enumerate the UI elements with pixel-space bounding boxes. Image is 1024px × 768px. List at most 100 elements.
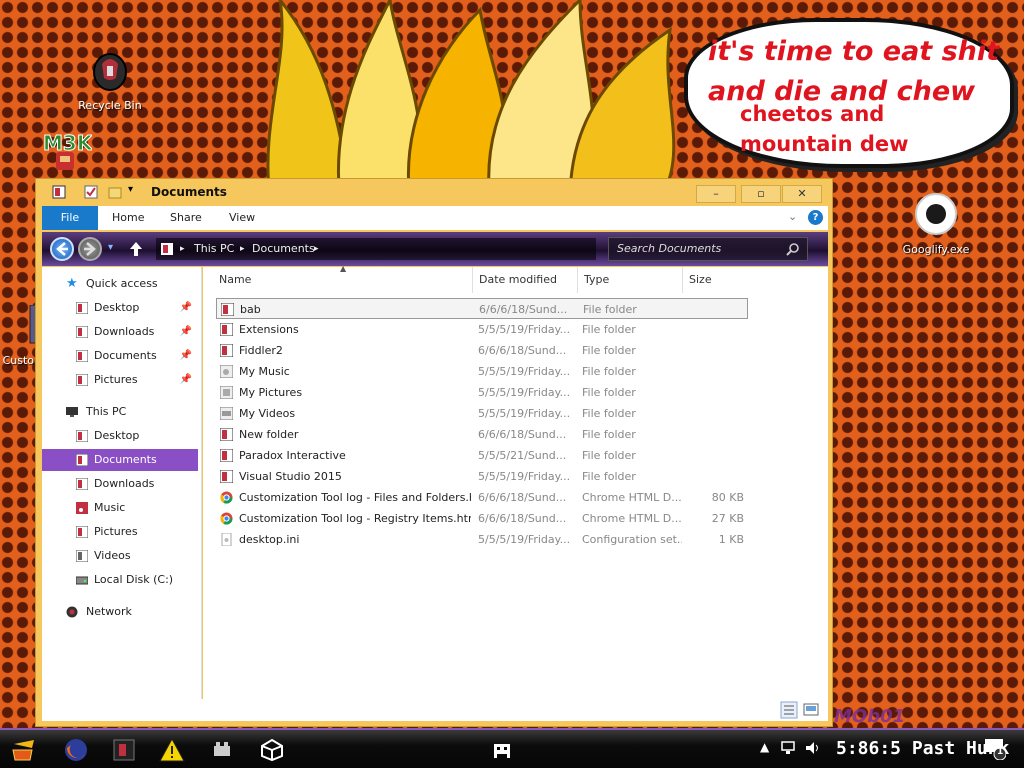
file-size: 1 KB (718, 533, 744, 546)
recent-locations-chevron-icon[interactable]: ▾ (108, 242, 113, 253)
file-date: 5/5/5/19/Friday... (478, 533, 571, 546)
folder-icon (76, 430, 88, 442)
volume-icon[interactable] (804, 740, 822, 756)
taskbar-watermark: MOb01 (834, 706, 906, 727)
sidebar-item-downloads[interactable]: Downloads (42, 473, 198, 495)
notification-count-badge: 1 (997, 747, 1004, 757)
sidebar-item-desktop[interactable]: Desktop (42, 425, 198, 447)
sidebar-item-music[interactable]: Music (42, 497, 198, 519)
customize-qa-chevron-icon[interactable]: ▾ (128, 184, 133, 195)
table-row[interactable]: bab 6/6/6/18/Sund... File folder (216, 298, 748, 319)
close-button[interactable]: ✕ (782, 185, 822, 203)
column-header-name[interactable]: Name (213, 267, 473, 293)
sidebar-item-network[interactable]: Network (42, 601, 198, 623)
minimize-button[interactable]: – (696, 185, 736, 203)
sidebar-item-pictures-pinned[interactable]: Pictures 📌 (42, 369, 198, 391)
file-name: Customization Tool log - Registry Items.… (239, 512, 471, 525)
help-icon[interactable]: ? (808, 210, 823, 225)
forward-button[interactable] (78, 237, 102, 261)
table-row[interactable]: New folder 6/6/6/18/Sund... File folder (216, 424, 748, 445)
new-folder-icon[interactable] (108, 185, 122, 199)
recycle-bin-icon (93, 53, 127, 91)
warning-icon[interactable] (158, 736, 186, 764)
folder-icon (221, 303, 234, 316)
up-arrow-icon[interactable] (128, 240, 144, 258)
sidebar-item-desktop-pinned[interactable]: Desktop 📌 (42, 297, 198, 319)
properties-icon[interactable] (84, 185, 98, 199)
unity-icon[interactable] (258, 736, 286, 764)
breadcrumb-separator-icon: ▸ (180, 244, 185, 254)
pin-icon: 📌 (179, 302, 192, 313)
breadcrumb-documents[interactable]: Documents (252, 238, 315, 260)
breadcrumb[interactable]: ▸ This PC ▸ Documents ▸ (156, 238, 596, 260)
table-row[interactable]: Customization Tool log - Registry Items.… (216, 508, 748, 529)
start-button-icon[interactable] (10, 736, 38, 764)
explorer-taskbar-icon[interactable] (110, 736, 138, 764)
file-date: 6/6/6/18/Sund... (478, 428, 567, 441)
file-type: File folder (582, 428, 636, 441)
sidebar-item-downloads-pinned[interactable]: Downloads 📌 (42, 321, 198, 343)
file-type: File folder (582, 470, 636, 483)
sidebar-item-documents-pinned[interactable]: Documents 📌 (42, 345, 198, 367)
speech-line-4: mountain dew (740, 132, 909, 156)
file-type: File folder (582, 344, 636, 357)
tab-home[interactable]: Home (112, 206, 144, 230)
table-row[interactable]: Visual Studio 2015 5/5/5/19/Friday... Fi… (216, 466, 748, 487)
table-row[interactable]: My Pictures 5/5/5/19/Friday... File fold… (216, 382, 748, 403)
explorer-window: ▾ Documents – ▫ ✕ File Home Share View ⌄… (35, 178, 833, 727)
back-arrow-icon (56, 242, 68, 256)
sidebar-item-local-disk[interactable]: Local Disk (C:) (42, 569, 198, 591)
tab-share[interactable]: Share (170, 206, 202, 230)
table-row[interactable]: Fiddler2 6/6/6/18/Sund... File folder (216, 340, 748, 361)
firefox-icon[interactable] (62, 736, 90, 764)
back-button[interactable] (50, 237, 74, 261)
star-icon: ★ (66, 276, 78, 291)
desktop-icon-googlify[interactable]: Googlify.exe (896, 192, 976, 256)
search-icon[interactable] (786, 242, 800, 256)
tab-file[interactable]: File (42, 206, 98, 230)
column-header-size[interactable]: Size (683, 267, 753, 293)
table-row[interactable]: Customization Tool log - Files and Folde… (216, 487, 748, 508)
desktop-icon-recycle-bin[interactable]: Recycle Bin (70, 48, 150, 112)
sidebar-item-quick-access[interactable]: ★ Quick access (42, 273, 198, 295)
breadcrumb-this-pc[interactable]: This PC (194, 238, 234, 260)
details-view-icon[interactable] (780, 701, 798, 719)
sidebar-item-videos[interactable]: Videos (42, 545, 198, 567)
table-row[interactable]: desktop.ini 5/5/5/19/Friday... Configura… (216, 529, 748, 550)
tab-view[interactable]: View (229, 206, 255, 230)
sidebar-item-documents[interactable]: Documents (42, 449, 198, 471)
ribbon: File Home Share View ⌄ ? (42, 206, 828, 230)
table-row[interactable]: My Videos 5/5/5/19/Friday... File folder (216, 403, 748, 424)
pin-icon: 📌 (179, 374, 192, 385)
sidebar-item-label: Documents (94, 349, 157, 362)
space-invader-icon[interactable] (488, 736, 516, 764)
file-name: Visual Studio 2015 (239, 470, 342, 483)
navigation-pane: ★ Quick access Desktop 📌 Downloads 📌 Doc… (42, 267, 202, 699)
table-row[interactable]: Paradox Interactive 5/5/5/21/Sund... Fil… (216, 445, 748, 466)
table-row[interactable]: Extensions 5/5/5/19/Friday... File folde… (216, 319, 748, 340)
file-type: File folder (582, 323, 636, 336)
network-status-icon[interactable] (780, 740, 798, 756)
settings-file-icon (221, 533, 232, 546)
column-header-date-modified[interactable]: Date modified (473, 267, 578, 293)
large-icons-view-icon[interactable] (802, 701, 820, 719)
table-row[interactable]: My Music 5/5/5/19/Friday... File folder (216, 361, 748, 382)
sidebar-item-label: Music (94, 501, 126, 514)
app-folder-icon (52, 185, 66, 199)
m3k-logo[interactable]: M3K (42, 128, 94, 174)
show-hidden-icons-chevron-icon[interactable]: ▲ (760, 740, 769, 754)
maximize-button[interactable]: ▫ (741, 185, 781, 203)
file-name: Extensions (239, 323, 299, 336)
sidebar-item-this-pc[interactable]: This PC (42, 401, 198, 423)
file-date: 5/5/5/19/Friday... (478, 407, 571, 420)
column-header-type[interactable]: Type (578, 267, 683, 293)
forward-arrow-icon (84, 242, 96, 256)
title-bar[interactable]: ▾ Documents – ▫ ✕ (36, 179, 832, 206)
sidebar-item-pictures[interactable]: Pictures (42, 521, 198, 543)
expand-ribbon-chevron-icon[interactable]: ⌄ (788, 210, 797, 223)
pixel-creature-icon[interactable] (208, 736, 236, 764)
folder-icon (220, 344, 233, 357)
file-type: Configuration set... (582, 533, 682, 546)
wallpaper-flames (266, 0, 676, 200)
search-input[interactable]: Search Documents (608, 237, 808, 261)
